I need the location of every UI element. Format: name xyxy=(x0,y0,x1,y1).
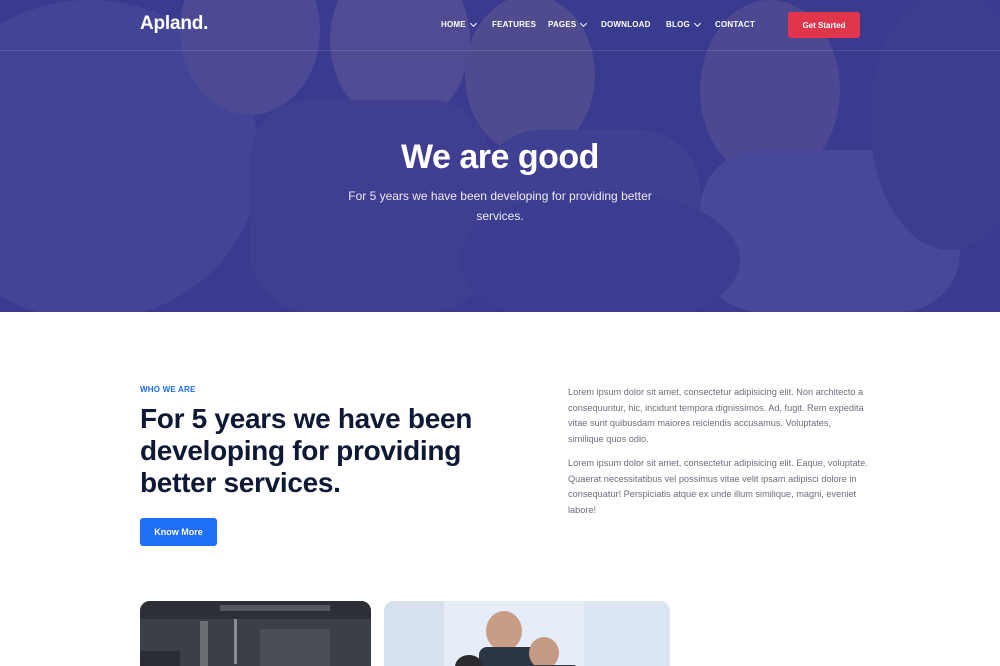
hero-title: We are good xyxy=(401,138,599,176)
section-eyebrow: WHO WE ARE xyxy=(140,385,196,394)
about-paragraph-1: Lorem ipsum dolor sit amet, consectetur … xyxy=(568,387,864,444)
business-meeting-photo-card xyxy=(384,601,670,666)
hero-subtitle: For 5 years we have been developing for … xyxy=(348,189,652,223)
brand-logo[interactable]: Apland. xyxy=(140,13,208,35)
know-more-button[interactable]: Know More xyxy=(140,518,217,546)
nav-item-label: FEATURES xyxy=(492,20,537,29)
nav-item-label: HOME xyxy=(441,20,466,29)
office-photo-card xyxy=(140,601,371,666)
nav-item-label: CONTACT xyxy=(715,20,755,29)
nav-item-label: BLOG xyxy=(666,20,690,29)
nav-item-pages[interactable]: PAGES xyxy=(548,19,588,29)
nav-item-label: PAGES xyxy=(548,20,577,29)
about-heading: For 5 years we have been developing for … xyxy=(140,403,473,498)
top-navbar: Apland. HOME FEATURES PAGES DOWNLOAD BLO… xyxy=(0,0,1000,51)
chevron-down-icon xyxy=(580,19,588,27)
nav-item-download[interactable]: DOWNLOAD xyxy=(601,20,651,29)
get-started-button[interactable]: Get Started xyxy=(788,12,860,38)
nav-item-home[interactable]: HOME xyxy=(441,19,477,29)
nav-item-contact[interactable]: CONTACT xyxy=(715,20,755,29)
about-paragraph-2: Lorem ipsum dolor sit amet, consectetur … xyxy=(568,458,868,515)
chevron-down-icon xyxy=(693,19,701,27)
hero-section: Apland. HOME FEATURES PAGES DOWNLOAD BLO… xyxy=(0,0,1000,312)
nav-item-blog[interactable]: BLOG xyxy=(666,19,701,29)
nav-item-label: DOWNLOAD xyxy=(601,20,651,29)
chevron-down-icon xyxy=(469,19,477,27)
nav-item-features[interactable]: FEATURES xyxy=(492,20,536,29)
